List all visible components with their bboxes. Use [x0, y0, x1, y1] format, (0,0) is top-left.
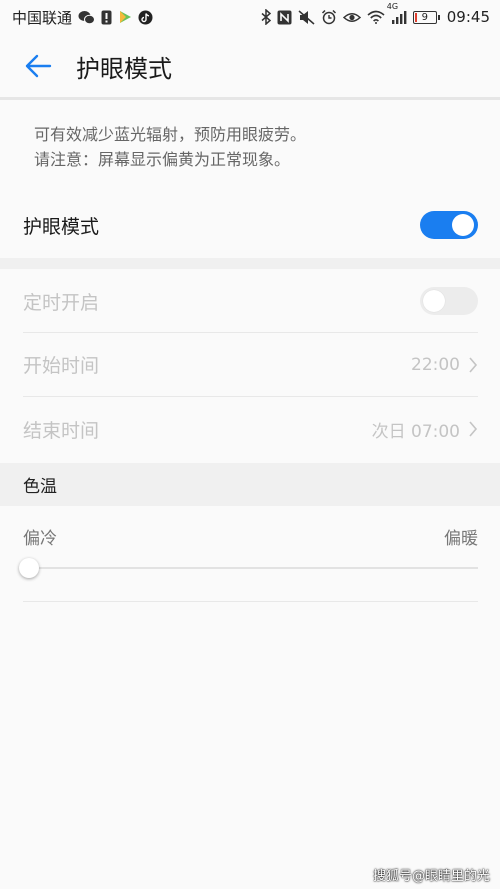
- status-bar-left: 中国联通: [12, 7, 153, 28]
- color-temp-slider[interactable]: [19, 556, 478, 580]
- color-temp-header: 色温: [0, 463, 500, 506]
- clock: 09:45: [446, 8, 490, 26]
- toggle-knob: [452, 214, 474, 236]
- status-bar: 中国联通 4G 9 09:45: [0, 0, 500, 34]
- status-bar-right: 4G 9 09:45: [261, 3, 490, 26]
- row-divider: [23, 601, 478, 602]
- start-time-value: 22:00: [411, 354, 460, 375]
- slider-track: [23, 567, 478, 569]
- color-temp-title: 色温: [23, 477, 57, 497]
- end-time-value: 次日 07:00: [371, 421, 460, 442]
- alarm-icon: [321, 9, 337, 25]
- end-time-value-wrap: 次日 07:00: [372, 417, 478, 442]
- eye-icon: [342, 11, 361, 24]
- start-time-value-wrap: 22:00: [411, 355, 478, 375]
- toggle-knob: [423, 290, 445, 312]
- eye-mode-label: 护眼模式: [23, 215, 100, 238]
- carrier-name: 中国联通: [12, 8, 73, 27]
- wechat-icon: [78, 10, 96, 25]
- chevron-right-icon: [469, 421, 478, 437]
- start-time-label: 开始时间: [23, 355, 100, 377]
- slider-thumb[interactable]: [19, 558, 39, 578]
- description-line-2: 请注意：屏幕显示偏黄为正常现象。: [34, 150, 291, 169]
- battery-level: 9: [421, 11, 428, 23]
- header-divider: [0, 97, 500, 100]
- nfc-icon: [277, 10, 292, 25]
- battery-fill: [414, 12, 417, 22]
- scheduled-on-row[interactable]: 定时开启: [23, 270, 478, 332]
- description-line-1: 可有效减少蓝光辐射，预防用眼疲劳。: [34, 125, 307, 144]
- mute-icon: [298, 9, 315, 25]
- alert-icon: [101, 10, 112, 25]
- section-gap: [0, 258, 500, 269]
- back-arrow-icon: [25, 54, 52, 78]
- tiktok-icon: [138, 10, 153, 25]
- network-type-label: 4G: [386, 2, 399, 11]
- bluetooth-icon: [261, 9, 271, 25]
- end-time-row[interactable]: 结束时间 次日 07:00: [23, 397, 478, 461]
- cool-label: 偏冷: [23, 529, 57, 549]
- chevron-right-icon: [469, 356, 478, 373]
- color-temp-labels: 偏冷 偏暖: [23, 524, 478, 549]
- signal-icon: 4G: [387, 3, 407, 24]
- end-time-label: 结束时间: [23, 419, 100, 442]
- wifi-icon: [367, 10, 385, 24]
- back-button[interactable]: [18, 46, 58, 86]
- scheduled-on-toggle[interactable]: [420, 287, 478, 315]
- page-title: 护眼模式: [76, 54, 172, 83]
- start-time-row[interactable]: 开始时间 22:00: [23, 333, 478, 396]
- scheduled-on-label: 定时开启: [23, 291, 100, 314]
- description: 可有效减少蓝光辐射，预防用眼疲劳。 请注意：屏幕显示偏黄为正常现象。: [34, 122, 306, 172]
- battery-icon: 9: [412, 10, 440, 24]
- play-icon: [118, 10, 132, 24]
- eye-mode-row[interactable]: 护眼模式: [23, 200, 478, 250]
- eye-mode-toggle[interactable]: [420, 211, 478, 239]
- app-header: 护眼模式: [0, 34, 500, 98]
- warm-label: 偏暖: [444, 529, 478, 549]
- watermark: 搜狐号@眼睛里的光: [372, 869, 490, 884]
